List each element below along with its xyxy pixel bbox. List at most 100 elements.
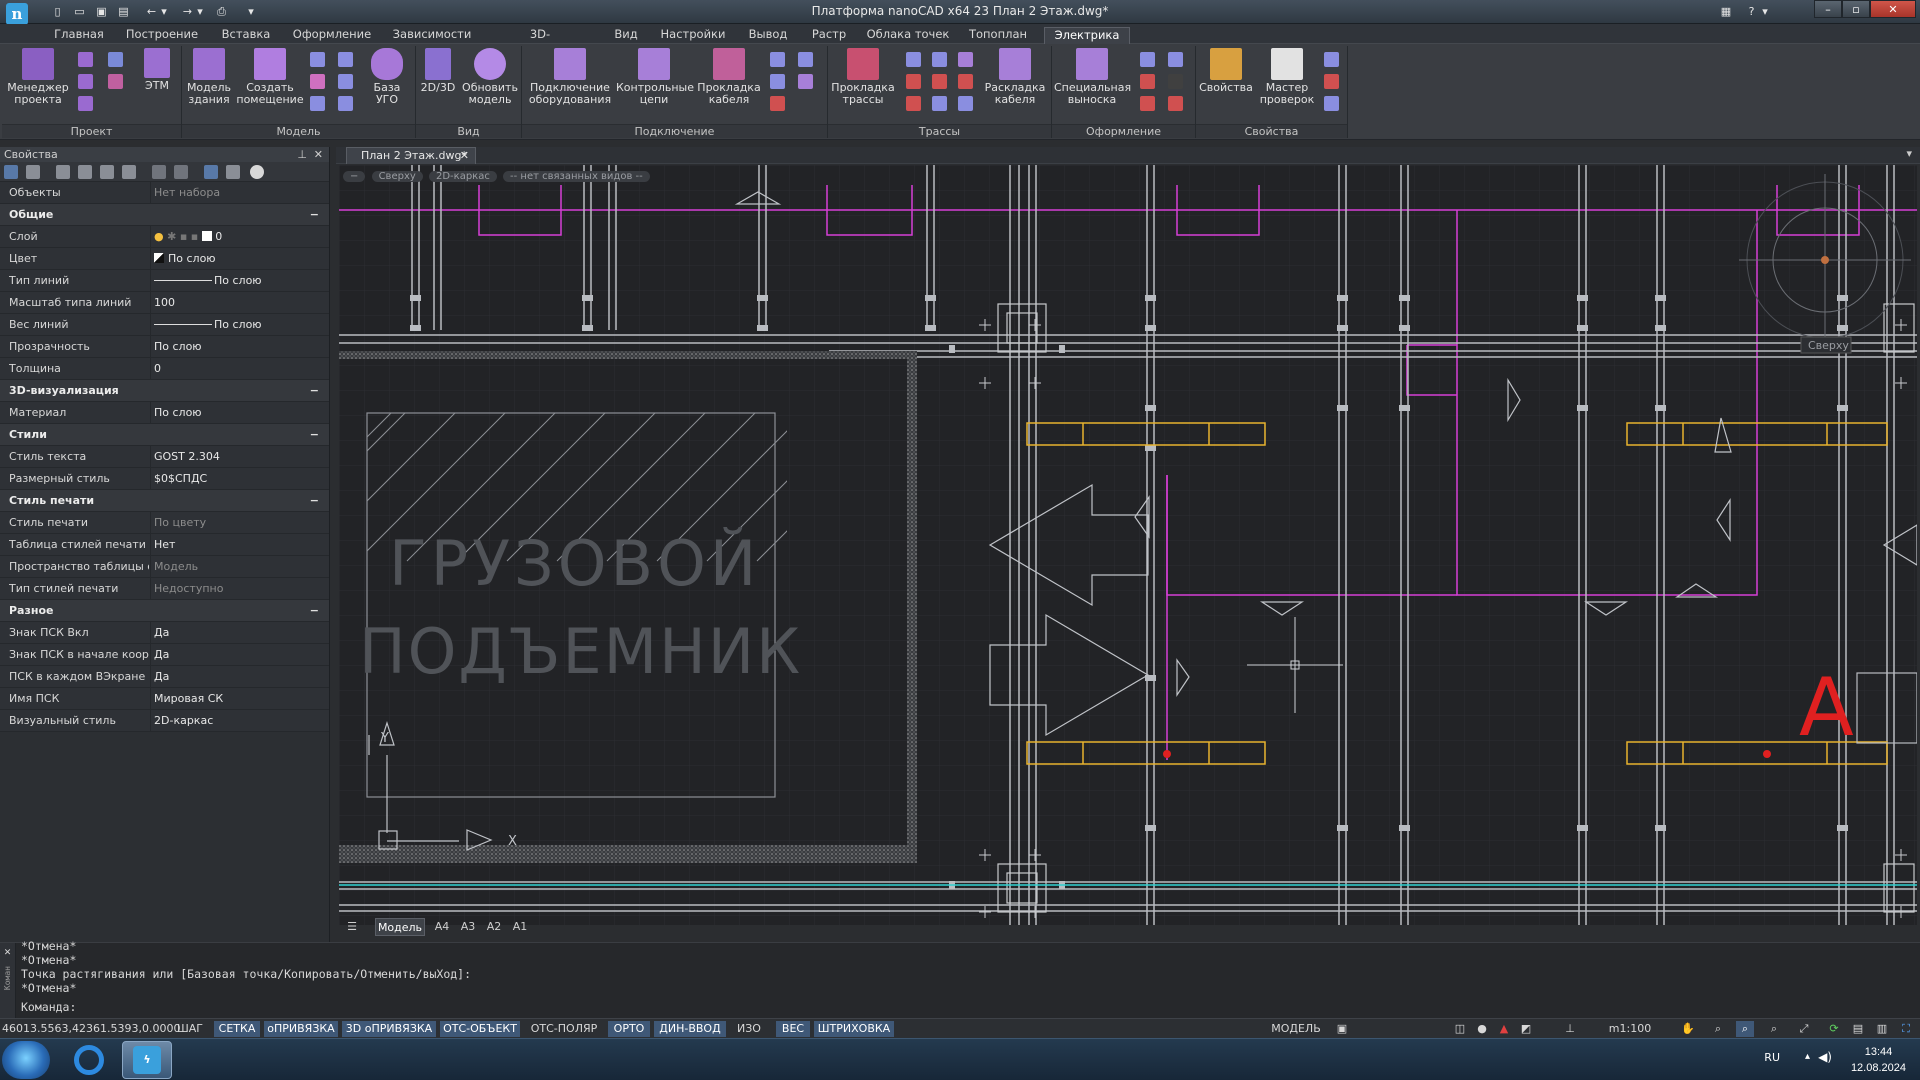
cable-laying-button[interactable]: Прокладка кабеля: [696, 48, 762, 106]
design-tool-icon[interactable]: [1140, 96, 1155, 111]
tab-constraints[interactable]: Зависимости: [390, 27, 474, 44]
category-general[interactable]: Общие −: [0, 204, 329, 226]
route-tool-icon[interactable]: [932, 96, 947, 111]
clock[interactable]: 13:44 12.08.2024: [1851, 1044, 1906, 1076]
ortho-toggle[interactable]: ОРТО: [608, 1021, 650, 1037]
isodraft-toggle[interactable]: ИЗО: [730, 1021, 768, 1037]
design-tool-icon[interactable]: [1168, 52, 1183, 67]
drawing-canvas[interactable]: ГРУЗОВОЙ ПОДЪЕМНИК Y X Сверху А − Сверху…: [339, 165, 1917, 925]
route-tool-icon[interactable]: [932, 52, 947, 67]
dynamic-input-toggle[interactable]: ДИН-ВВОД: [654, 1021, 726, 1037]
design-tool-icon[interactable]: [1168, 74, 1183, 89]
prop-value[interactable]: GOST 2.304: [154, 446, 220, 468]
properties-tool-icon[interactable]: [1324, 96, 1339, 111]
close-panel-icon[interactable]: ✕: [314, 147, 323, 162]
collapse-icon[interactable]: −: [310, 204, 319, 226]
model-tool-icon[interactable]: [310, 96, 325, 111]
layout-icon[interactable]: ▥: [1874, 1021, 1890, 1037]
tab-view[interactable]: Вид: [608, 27, 644, 44]
prop-value[interactable]: По слою: [154, 336, 202, 358]
connect-equipment-button[interactable]: Подключение оборудования: [528, 48, 612, 106]
prop-value[interactable]: По слою: [154, 248, 216, 270]
view-direction-button[interactable]: Сверху: [371, 171, 423, 182]
route-tool-icon[interactable]: [906, 52, 921, 67]
ucs-toggle-icon[interactable]: ⊥: [1562, 1021, 1578, 1037]
project-tool-icon[interactable]: [78, 74, 93, 89]
model-tool-icon[interactable]: [338, 96, 353, 111]
deselect-icon[interactable]: [174, 165, 188, 179]
design-tool-icon[interactable]: [1140, 52, 1155, 67]
collapse-icon[interactable]: −: [310, 380, 319, 402]
zoom-extents-icon[interactable]: ⌕: [1766, 1021, 1782, 1037]
model-tool-icon[interactable]: [310, 52, 325, 67]
pick-icon[interactable]: [26, 165, 40, 179]
category-3d-visualization[interactable]: 3D-визуализация −: [0, 380, 329, 402]
category-misc[interactable]: Разное −: [0, 600, 329, 622]
annotation-icon[interactable]: ▣: [1334, 1021, 1350, 1037]
workspace-icon[interactable]: ▦: [1717, 5, 1735, 19]
prop-value[interactable]: 2D-каркас: [154, 710, 213, 732]
prop-value[interactable]: По слою: [154, 314, 262, 336]
close-button[interactable]: ✕: [1870, 0, 1916, 18]
collapse-icon[interactable]: −: [310, 490, 319, 512]
tab-settings[interactable]: Настройки: [656, 27, 730, 44]
help-icon[interactable]: ?: [1744, 5, 1759, 19]
minimize-button[interactable]: –: [1814, 0, 1842, 18]
create-room-button[interactable]: Создать помещение: [236, 48, 304, 106]
symbol-base-button[interactable]: База УГО: [364, 48, 410, 106]
select-objects-icon[interactable]: [4, 165, 18, 179]
building-model-button[interactable]: Модель здания: [184, 48, 234, 106]
visual-style-button[interactable]: 2D-каркас: [428, 171, 497, 182]
tab-electrics[interactable]: Электрика: [1044, 27, 1130, 44]
layout-tab-a1[interactable]: А1: [509, 918, 531, 936]
prop-value[interactable]: Нет набора: [154, 182, 220, 204]
cable-layout-button[interactable]: Раскладка кабеля: [982, 48, 1048, 106]
select-crossing-icon[interactable]: [78, 165, 92, 179]
prop-value[interactable]: Да: [154, 622, 169, 644]
tab-point-clouds[interactable]: Облака точек: [866, 27, 950, 44]
isolate-icon[interactable]: ◫: [1452, 1021, 1468, 1037]
design-tool-icon[interactable]: [1168, 96, 1183, 111]
layout-tab-a4[interactable]: А4: [431, 918, 453, 936]
route-laying-button[interactable]: Прокладка трассы: [830, 48, 896, 106]
tab-insert[interactable]: Вставка: [218, 27, 274, 44]
volume-icon[interactable]: ◀): [1818, 1050, 1832, 1064]
collapse-icon[interactable]: −: [310, 600, 319, 622]
viewport-menu-button[interactable]: −: [343, 171, 366, 182]
prop-value[interactable]: Мировая СК: [154, 688, 223, 710]
fullscreen-icon[interactable]: ⛶: [1898, 1021, 1914, 1037]
category-plot-style[interactable]: Стиль печати −: [0, 490, 329, 512]
lineweight-toggle[interactable]: ВЕС: [776, 1021, 810, 1037]
coordinates-readout[interactable]: 46013.5563,42361.5393,0.0000: [2, 1021, 180, 1037]
project-tool-icon[interactable]: [78, 96, 93, 111]
osnap-toggle[interactable]: оПРИВЯЗКА: [264, 1021, 338, 1037]
select-window-icon[interactable]: [56, 165, 70, 179]
route-tool-icon[interactable]: [906, 96, 921, 111]
project-tool-icon[interactable]: [108, 74, 123, 89]
pin-icon[interactable]: ⊥: [297, 147, 307, 162]
close-tab-icon[interactable]: ✕: [460, 148, 469, 163]
select-similar-icon[interactable]: [100, 165, 114, 179]
connection-tool-icon[interactable]: [770, 74, 785, 89]
collapse-icon[interactable]: −: [310, 424, 319, 446]
category-styles[interactable]: Стили −: [0, 424, 329, 446]
tray-expand-icon[interactable]: ▴: [1805, 1051, 1810, 1062]
layout-tab-a3[interactable]: А3: [457, 918, 479, 936]
model-space-indicator[interactable]: МОДЕЛЬ: [1264, 1021, 1328, 1037]
polar-tracking-toggle[interactable]: ОТС-ПОЛЯР: [524, 1021, 604, 1037]
refresh-model-button[interactable]: Обновить модель: [460, 48, 520, 106]
orbit-icon[interactable]: ⤢: [1796, 1021, 1812, 1037]
maximize-button[interactable]: ▫: [1842, 0, 1870, 18]
prop-value[interactable]: $0$СПДС: [154, 468, 207, 490]
hatch-toggle[interactable]: ШТРИХОВКА: [814, 1021, 894, 1037]
tab-topoplan[interactable]: Топоплан: [964, 27, 1032, 44]
prop-value[interactable]: По слою: [154, 270, 262, 292]
project-tool-icon[interactable]: [78, 52, 93, 67]
lightbulb-icon[interactable]: ●: [1474, 1021, 1490, 1037]
close-command-icon[interactable]: ✕: [0, 945, 15, 958]
tab-build[interactable]: Построение: [124, 27, 200, 44]
layout-tab-model[interactable]: Модель: [375, 918, 425, 936]
properties-tool-icon[interactable]: [1324, 52, 1339, 67]
properties-tool-icon[interactable]: [1324, 74, 1339, 89]
tabs-dropdown-icon[interactable]: ▾: [1906, 147, 1912, 160]
